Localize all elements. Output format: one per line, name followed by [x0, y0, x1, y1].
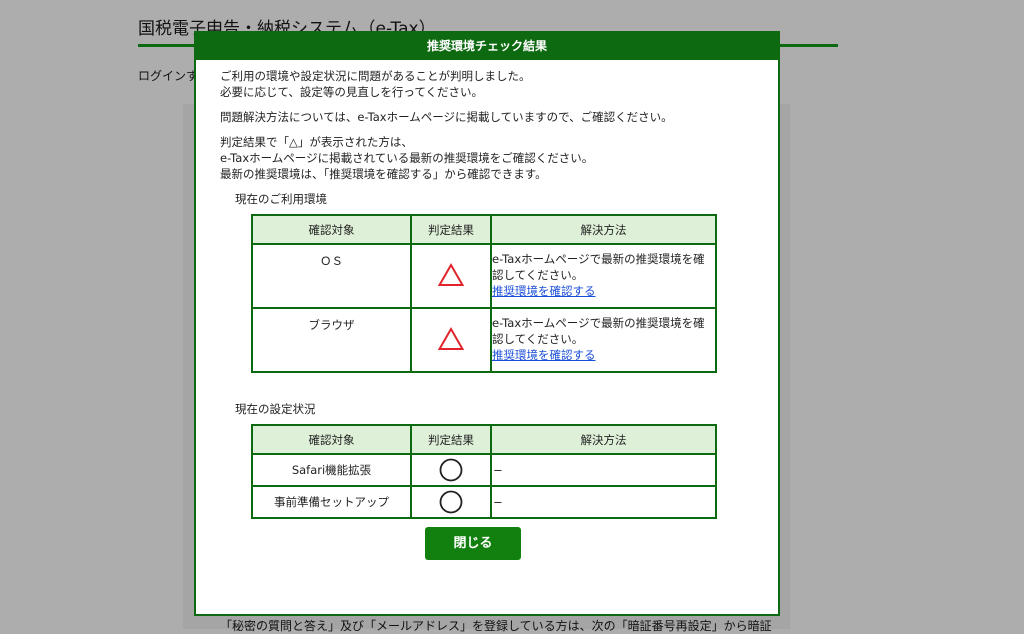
table-row: Safari機能拡張 −: [251, 453, 717, 487]
triangle-note: 判定結果で「△」が表示された方は、 e-Taxホームページに掲載されている最新の…: [220, 135, 594, 181]
row-fix: e-Taxホームページで最新の推奨環境を確 認してください。 推奨環境を確認する: [490, 243, 717, 309]
settings-table-header: 確認対象 判定結果 解決方法: [251, 424, 717, 455]
solution-note: 問題解決方法については、e-Taxホームページに掲載していますので、ご確認くださ…: [220, 110, 673, 124]
check-result-dialog: 推奨環境チェック結果 ご利用の環境や設定状況に問題があることが判明しました。 必…: [194, 31, 780, 616]
table-row: ブラウザ e-Taxホームページで最新の推奨環境を確 認してください。 推奨環境…: [251, 307, 717, 373]
table-row: 事前準備セットアップ −: [251, 485, 717, 519]
env-table-header: 確認対象 判定結果 解決方法: [251, 214, 717, 245]
col-result-header: 判定結果: [410, 424, 492, 455]
warning-triangle-icon: [437, 262, 465, 286]
col-target-header: 確認対象: [251, 214, 412, 245]
row-target: ブラウザ: [251, 307, 412, 373]
ok-circle-icon: [439, 458, 463, 482]
row-fix: −: [490, 453, 717, 487]
table-row: ＯＳ e-Taxホームページで最新の推奨環境を確 認してください。 推奨環境を確…: [251, 243, 717, 309]
env-section-title: 現在のご利用環境: [235, 192, 327, 206]
row-target: 事前準備セットアップ: [251, 485, 412, 519]
login-text: ログインす: [138, 69, 199, 83]
check-recommended-env-link[interactable]: 推奨環境を確認する: [492, 348, 596, 362]
background-bottom-text: 「秘密の質問と答え」及び「メールアドレス」を登録している方は、次の「暗証番号再設…: [220, 619, 772, 633]
dialog-title: 推奨環境チェック結果: [196, 33, 778, 60]
col-fix-header: 解決方法: [490, 424, 717, 455]
env-table: 確認対象 判定結果 解決方法 ＯＳ e-Taxホームページで最新の推奨環境を確 …: [251, 214, 717, 373]
row-fix: e-Taxホームページで最新の推奨環境を確 認してください。 推奨環境を確認する: [490, 307, 717, 373]
col-target-header: 確認対象: [251, 424, 412, 455]
ok-circle-icon: [439, 490, 463, 514]
warning-triangle-icon: [437, 326, 465, 350]
col-fix-header: 解決方法: [490, 214, 717, 245]
col-result-header: 判定結果: [410, 214, 492, 245]
settings-section-title: 現在の設定状況: [235, 402, 316, 416]
close-button[interactable]: 閉じる: [425, 527, 521, 560]
settings-table: 確認対象 判定結果 解決方法 Safari機能拡張 − 事前準備セットアップ −: [251, 424, 717, 519]
row-target: ＯＳ: [251, 243, 412, 309]
intro-text: ご利用の環境や設定状況に問題があることが判明しました。 必要に応じて、設定等の見…: [220, 69, 531, 99]
check-recommended-env-link[interactable]: 推奨環境を確認する: [492, 284, 596, 298]
row-fix: −: [490, 485, 717, 519]
row-target: Safari機能拡張: [251, 453, 412, 487]
